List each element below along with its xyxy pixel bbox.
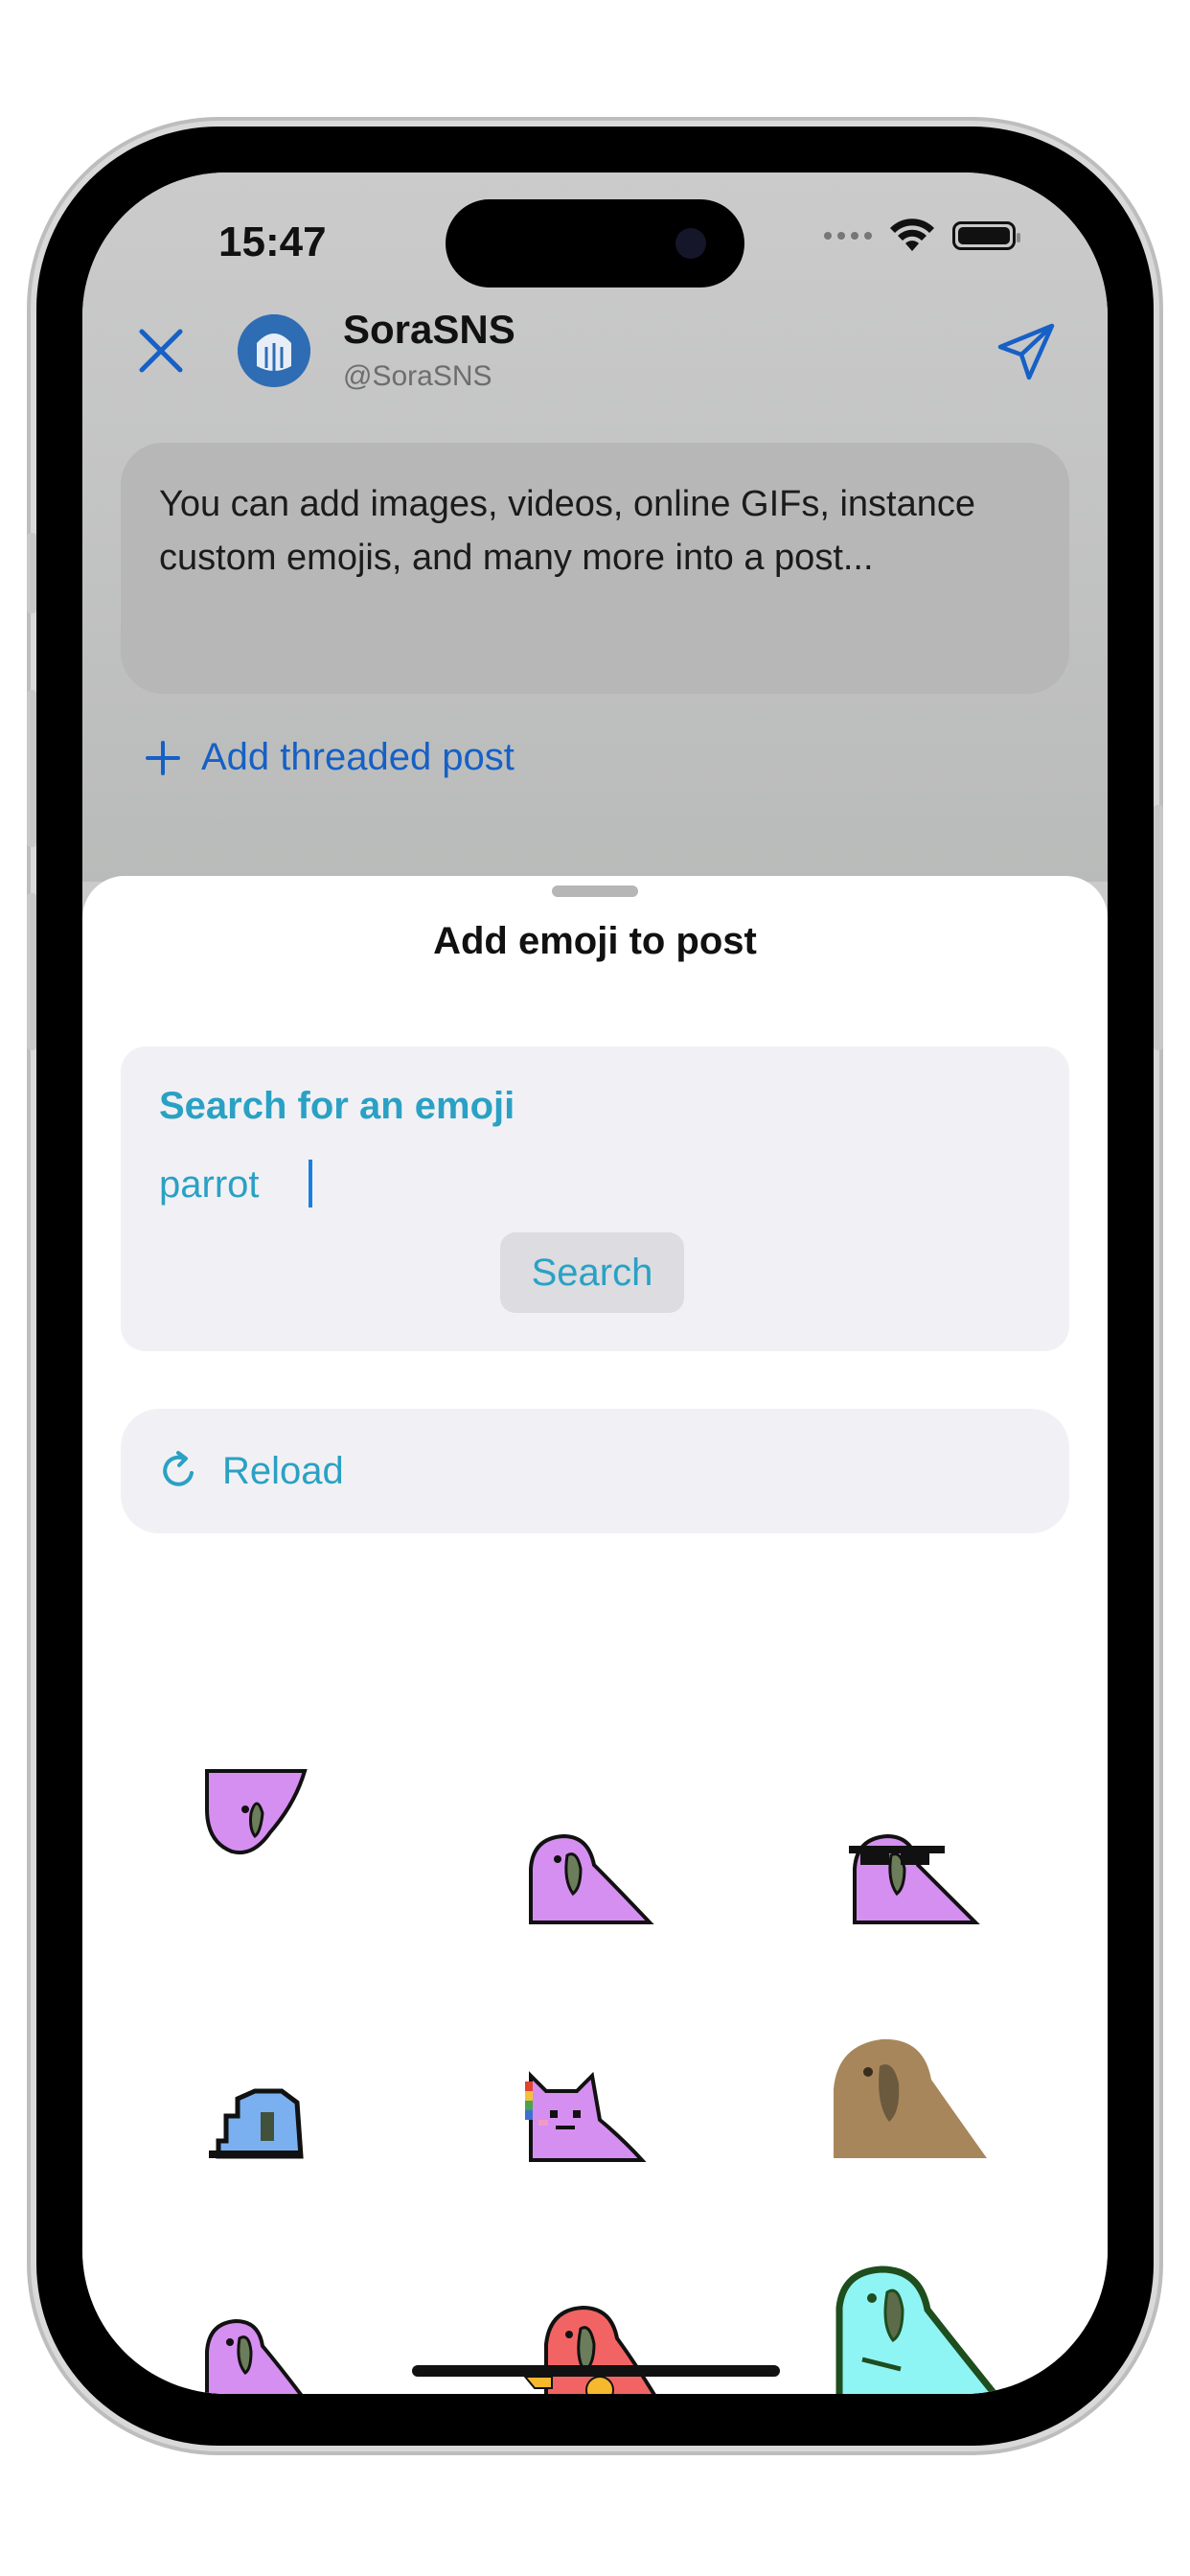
emoji-red-parrot-pointing[interactable]: [523, 2300, 667, 2394]
send-icon[interactable]: [995, 320, 1058, 383]
avatar[interactable]: [238, 314, 310, 387]
close-icon[interactable]: [132, 322, 190, 380]
search-card: Search for an emoji Search: [121, 1046, 1069, 1351]
emoji-upside-down-parrot[interactable]: [203, 1765, 309, 1859]
emoji-sheet: Add emoji to post Search for an emoji Se…: [82, 876, 1108, 2394]
signal-icon: [824, 232, 872, 240]
emoji-party-parrot[interactable]: [525, 1830, 655, 1928]
emoji-blue-pixel-parrot[interactable]: [205, 2078, 307, 2162]
add-threaded-post-label: Add threaded post: [201, 736, 515, 778]
dynamic-island: [446, 199, 744, 288]
volume-up-button: [27, 690, 36, 847]
volume-down-button: [27, 893, 36, 1050]
emoji-small-parrot[interactable]: [203, 2317, 309, 2394]
status-icons: [824, 218, 1020, 253]
emoji-search-input[interactable]: [159, 1156, 1021, 1213]
sheet-title: Add emoji to post: [433, 920, 757, 962]
action-button: [27, 533, 36, 613]
home-indicator[interactable]: [412, 2365, 780, 2377]
sheet-grabber[interactable]: [552, 886, 638, 897]
emoji-deal-with-it-parrot[interactable]: [847, 1825, 981, 1928]
post-text-field[interactable]: You can add images, videos, online GIFs,…: [121, 443, 1069, 694]
search-button[interactable]: Search: [500, 1232, 684, 1313]
screen: 15:47 SoraSNS @SoraSNS You can add image…: [82, 172, 1108, 2394]
emoji-brown-parrot[interactable]: [824, 2032, 993, 2162]
reload-button[interactable]: Reload: [121, 1409, 1069, 1533]
account-handle: @SoraSNS: [343, 360, 492, 392]
text-caret: [309, 1160, 312, 1208]
account-name: SoraSNS: [343, 307, 515, 352]
wifi-icon: [890, 218, 934, 251]
add-threaded-post-button[interactable]: Add threaded post: [146, 736, 515, 779]
power-button: [1154, 805, 1163, 1050]
plus-icon: [146, 740, 180, 775]
reload-label: Reload: [222, 1449, 344, 1492]
status-time: 15:47: [218, 218, 327, 265]
search-label: Search for an emoji: [159, 1085, 515, 1127]
emoji-cyan-pixel-parrot[interactable]: [834, 2264, 1008, 2394]
battery-icon: [952, 221, 1020, 250]
reload-icon: [163, 1451, 194, 1486]
emoji-parrot-cat[interactable]: [523, 2068, 648, 2164]
